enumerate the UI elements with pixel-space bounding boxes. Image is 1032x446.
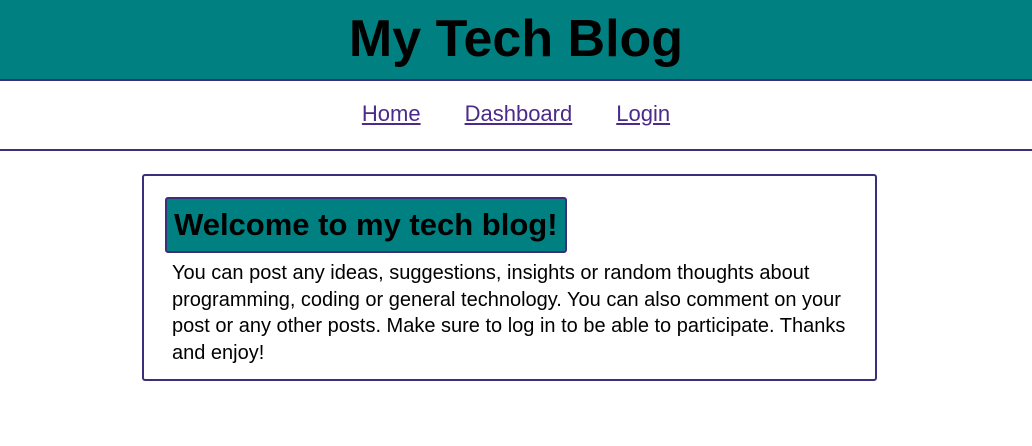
nav-link-login[interactable]: Login bbox=[616, 101, 670, 127]
site-title: My Tech Blog bbox=[348, 9, 684, 68]
welcome-card: Welcome to my tech blog! You can post an… bbox=[142, 174, 877, 381]
intro-text: You can post any ideas, suggestions, ins… bbox=[172, 262, 846, 364]
site-header: My Tech Blog bbox=[0, 0, 1032, 81]
nav-bar: Home Dashboard Login bbox=[0, 81, 1032, 151]
nav-link-home[interactable]: Home bbox=[362, 101, 421, 127]
nav-link-dashboard[interactable]: Dashboard bbox=[465, 101, 573, 127]
welcome-heading: Welcome to my tech blog! bbox=[165, 197, 567, 253]
